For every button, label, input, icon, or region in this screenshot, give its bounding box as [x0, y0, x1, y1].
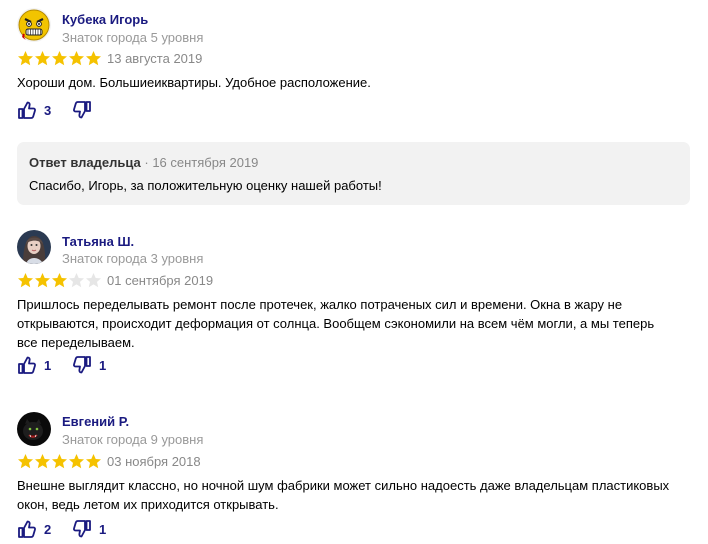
owner-reply-label: Ответ владельца	[29, 155, 141, 170]
thumbs-up-icon	[18, 356, 36, 374]
like-count: 3	[44, 102, 52, 118]
author-level: Знаток города 5 уровня	[62, 30, 204, 45]
review-date: 01 сентября 2019	[107, 273, 214, 288]
dislike-button[interactable]: 1	[72, 355, 106, 375]
thumbs-up-icon	[18, 520, 36, 538]
star-filled-icon	[35, 51, 50, 66]
dislike-button[interactable]: 1	[72, 519, 106, 539]
thumbs-down-icon	[73, 520, 91, 538]
star-filled-icon	[52, 51, 67, 66]
author-name[interactable]: Татьяна Ш.	[62, 234, 134, 249]
owner-reply-text: Спасибо, Игорь, за положительную оценку …	[29, 178, 382, 193]
like-button[interactable]: 2	[17, 519, 51, 539]
review-date: 13 августа 2019	[107, 51, 203, 66]
author-name[interactable]: Кубека Игорь	[62, 12, 148, 27]
rating-stars	[17, 453, 102, 470]
star-filled-icon	[69, 454, 84, 469]
star-filled-icon	[69, 51, 84, 66]
dislike-button[interactable]	[72, 100, 99, 120]
dislike-count: 1	[99, 357, 107, 373]
panther-icon	[17, 412, 51, 446]
review-text: Хороши дом. Большиеиквартиры. Удобное ра…	[17, 75, 371, 90]
thumbs-down-icon	[73, 356, 91, 374]
owner-reply-header: Ответ владельца · 16 сентября 2019	[29, 155, 258, 170]
star-filled-icon	[86, 454, 101, 469]
author-level: Знаток города 9 уровня	[62, 432, 204, 447]
owner-reply-date: 16 сентября 2019	[152, 155, 259, 170]
star-empty-icon	[69, 273, 84, 288]
avatar[interactable]	[17, 230, 51, 264]
star-filled-icon	[86, 51, 101, 66]
owner-reply-separator: ·	[140, 155, 153, 170]
review-text: Пришлось переделывать ремонт после проте…	[17, 297, 655, 350]
like-button[interactable]: 1	[17, 355, 51, 375]
review-text: Внешне выглядит классно, но ночной шум ф…	[17, 478, 670, 512]
star-filled-icon	[18, 273, 33, 288]
star-filled-icon	[18, 51, 33, 66]
star-filled-icon	[52, 273, 67, 288]
thumbs-down-icon	[73, 101, 91, 119]
author-level: Знаток города 3 уровня	[62, 251, 204, 266]
like-count: 1	[44, 357, 52, 373]
angry-face-icon	[17, 8, 51, 42]
star-empty-icon	[86, 273, 101, 288]
thumbs-up-icon	[18, 101, 36, 119]
rating-stars	[17, 50, 102, 67]
woman-portrait-icon	[17, 230, 51, 264]
star-filled-icon	[18, 454, 33, 469]
star-filled-icon	[35, 454, 50, 469]
author-name[interactable]: Евгений Р.	[62, 414, 129, 429]
avatar[interactable]	[17, 8, 51, 42]
star-filled-icon	[52, 454, 67, 469]
star-filled-icon	[35, 273, 50, 288]
like-button[interactable]: 3	[17, 100, 51, 120]
like-count: 2	[44, 521, 52, 537]
dislike-count: 1	[99, 521, 107, 537]
rating-stars	[17, 272, 102, 289]
avatar[interactable]	[17, 412, 51, 446]
review-date: 03 ноября 2018	[107, 454, 201, 469]
owner-reply: Ответ владельца · 16 сентября 2019 Спаси…	[17, 142, 690, 205]
